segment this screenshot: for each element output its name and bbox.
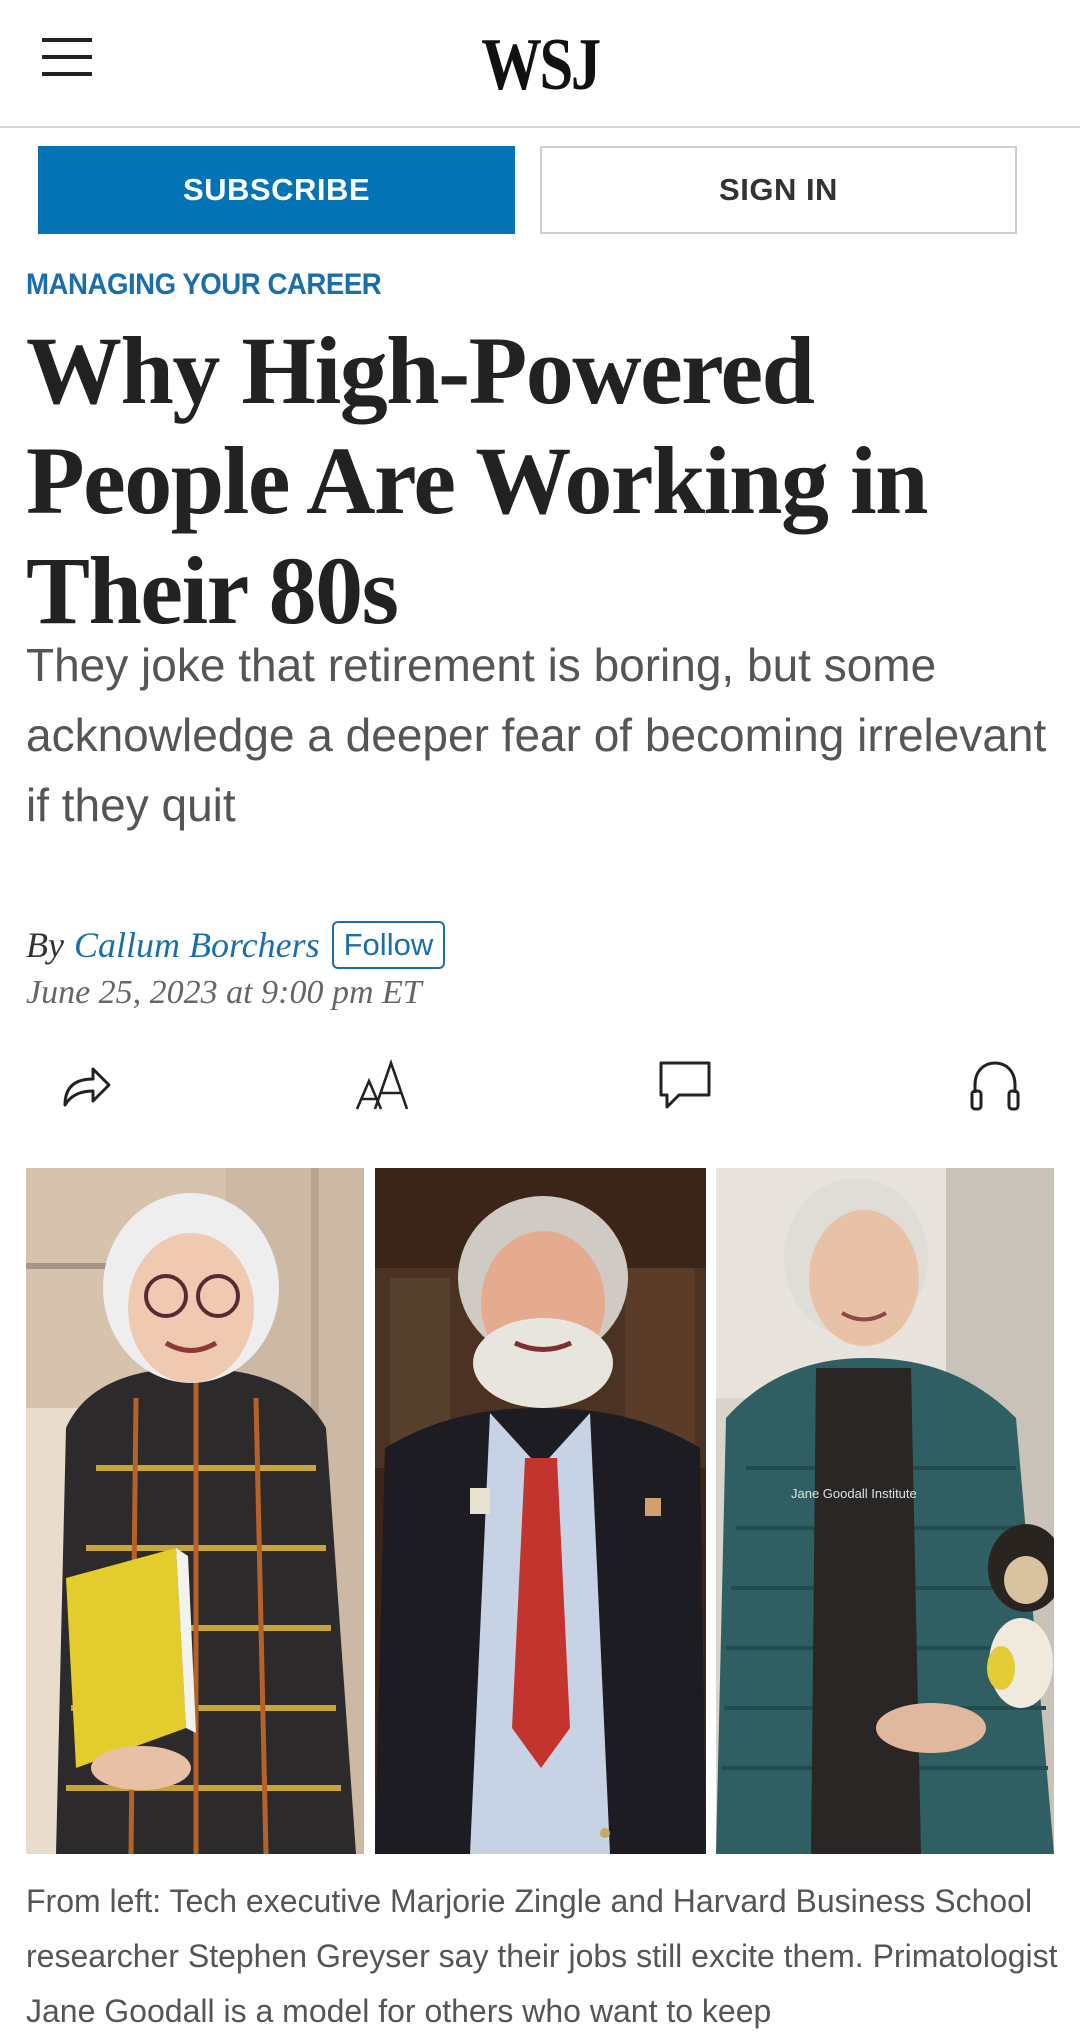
jacket-logo-text: Jane Goodall Institute [791,1486,917,1501]
wsj-logo[interactable]: WSJ [97,20,983,110]
author-link[interactable]: Callum Borchers [74,924,320,966]
publish-date: June 25, 2023 at 9:00 pm ET [26,974,422,1011]
comment-icon[interactable] [650,1050,720,1120]
listen-icon[interactable] [960,1050,1030,1120]
text-size-icon[interactable] [350,1050,420,1120]
article-dek: They joke that retirement is boring, but… [26,639,1047,831]
photo-caption: From left: Tech executive Marjorie Zingl… [26,1883,1058,2029]
headline: Why High-Powered People Are Working in T… [26,317,929,644]
photo-marjorie-zingle [26,1168,364,1854]
article-tools [0,1050,1080,1120]
subscribe-button[interactable]: SUBSCRIBE [38,146,515,234]
top-bar: WSJ [0,0,1080,128]
share-icon[interactable] [50,1050,120,1120]
hero-photo-triptych[interactable]: Jane Goodall Institute [26,1168,1054,1854]
section-label[interactable]: MANAGING YOUR CAREER [26,268,382,302]
byline-prefix: By [26,925,64,965]
follow-button[interactable]: Follow [331,921,446,969]
photo-stephen-greyser [375,1168,706,1854]
hamburger-menu-icon[interactable] [38,34,94,80]
auth-row: SUBSCRIBE SIGN IN [38,146,1038,236]
byline: By Callum Borchers Follow [26,920,446,970]
photo-jane-goodall: Jane Goodall Institute [716,1168,1054,1854]
sign-in-button[interactable]: SIGN IN [540,146,1017,234]
